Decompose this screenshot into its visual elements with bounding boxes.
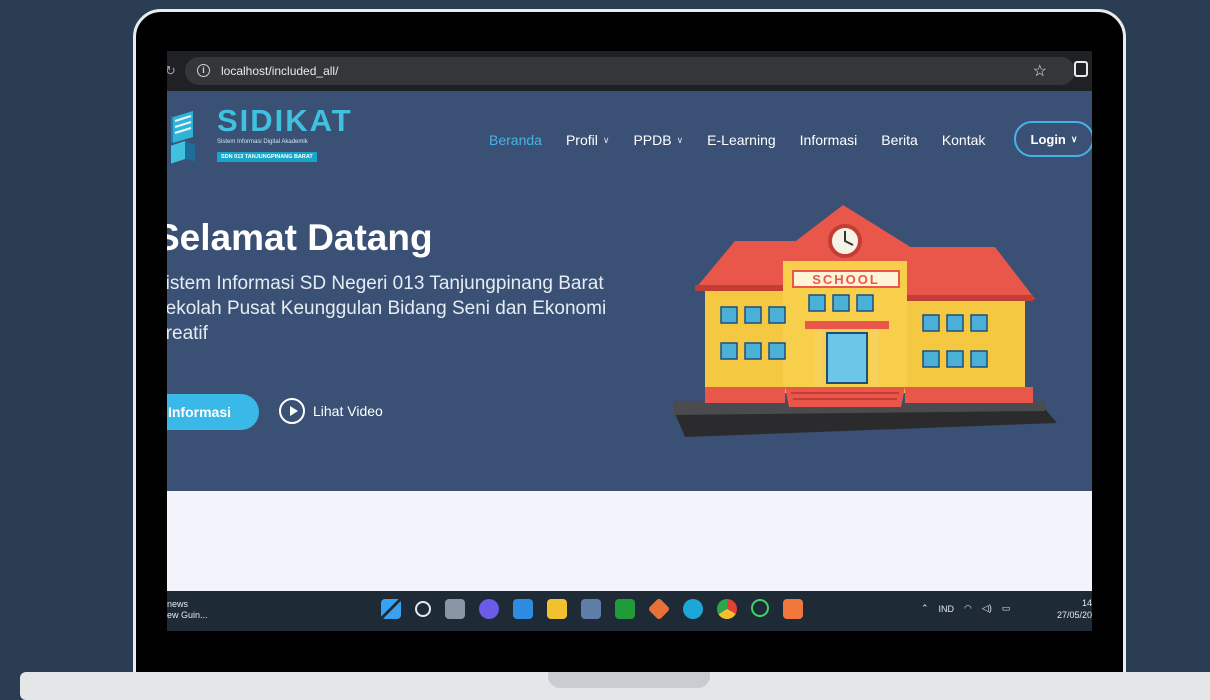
school-building-illustration: SCHOOL — [673, 205, 1057, 437]
language-indicator[interactable]: IND — [939, 604, 955, 614]
git-icon[interactable] — [647, 597, 671, 621]
wifi-icon[interactable]: ◠ — [964, 603, 972, 614]
laptop-notch — [548, 672, 710, 688]
whatsapp-icon[interactable] — [751, 599, 769, 617]
news-widget[interactable]: news ew Guin... — [167, 599, 208, 621]
book-logo-icon[interactable] — [171, 107, 197, 165]
clock-time: 14 — [1081, 598, 1092, 608]
chevron-down-icon: ∨ — [1070, 133, 1078, 144]
brand-block[interactable]: SIDIKAT Sistem Informasi Digital Akademi… — [217, 105, 353, 163]
bookmark-star-icon[interactable]: ☆ — [1033, 61, 1047, 81]
news-line: ew Guin... — [167, 610, 208, 620]
nav-label: PPDB — [633, 132, 672, 148]
chevron-down-icon: ∨ — [676, 134, 684, 145]
teams-icon[interactable] — [479, 599, 499, 619]
hero-title: Selamat Datang — [167, 217, 433, 258]
file-explorer-icon[interactable] — [547, 599, 567, 619]
nav-item-ppdb[interactable]: PPDB ∨ — [633, 132, 683, 148]
battery-icon[interactable]: ▭ — [1002, 603, 1011, 614]
play-icon — [279, 398, 305, 424]
reload-icon[interactable]: ↻ — [167, 63, 176, 79]
laptop-screen: ↻ i localhost/included_all/ ☆ SIDIKAT Si… — [167, 51, 1092, 631]
chevron-down-icon: ∨ — [602, 134, 610, 145]
nav-label: E-Learning — [707, 132, 776, 148]
nav-item-elearning[interactable]: E-Learning — [707, 132, 776, 148]
photos-icon[interactable] — [581, 599, 601, 619]
chevron-up-icon[interactable]: ⌃ — [921, 603, 929, 614]
windows-start-icon[interactable] — [381, 599, 401, 619]
nav-label: Profil — [565, 132, 598, 148]
nav-item-beranda[interactable]: Beranda — [489, 132, 542, 148]
brand-name: SIDIKAT — [217, 103, 353, 138]
address-bar[interactable]: i localhost/included_all/ ☆ — [185, 57, 1075, 85]
nav-item-kontak[interactable]: Kontak — [942, 132, 986, 148]
system-tray: ⌃ IND ◠ ◁) ▭ — [921, 603, 1010, 614]
nav-item-berita[interactable]: Berita — [881, 132, 918, 148]
clock-date: 27/05/20 — [1056, 610, 1092, 620]
nav-item-informasi[interactable]: Informasi — [800, 132, 858, 148]
school-sign-text: SCHOOL — [812, 272, 880, 287]
login-button[interactable]: Login ∨ — [1014, 121, 1092, 157]
volume-icon[interactable]: ◁) — [982, 603, 992, 614]
url-text[interactable]: localhost/included_all/ — [221, 64, 338, 78]
browser-toolbar: ↻ i localhost/included_all/ ☆ — [167, 51, 1092, 91]
xampp-icon[interactable] — [783, 599, 803, 619]
nav-item-profil[interactable]: Profil ∨ — [566, 132, 610, 148]
search-icon[interactable] — [415, 601, 431, 617]
windows-taskbar: news ew Guin... ⌃ IND ◠ ◁) ▭ 14 27/05/20 — [167, 591, 1092, 631]
nav-label: Informasi — [799, 132, 858, 148]
content-section — [167, 491, 1092, 591]
clock[interactable]: 14 27/05/20 — [1057, 597, 1092, 621]
task-view-icon[interactable] — [445, 599, 465, 619]
extensions-icon[interactable] — [1074, 61, 1088, 77]
site-header: SIDIKAT Sistem Informasi Digital Akademi… — [167, 91, 1092, 191]
xbox-icon[interactable] — [615, 599, 635, 619]
nav-label: Beranda — [489, 132, 542, 148]
nav-label: Kontak — [941, 132, 986, 148]
site-info-icon[interactable]: i — [197, 64, 210, 77]
login-label: Login — [1030, 131, 1066, 147]
brand-tagline: Sistem Informasi Digital Akademik — [217, 139, 308, 145]
taskbar-apps — [381, 597, 803, 621]
edge-icon[interactable] — [683, 599, 703, 619]
chrome-icon[interactable] — [717, 599, 737, 619]
informasi-button[interactable]: Informasi — [167, 394, 259, 430]
hero-subtitle: Sistem Informasi SD Negeri 013 Tanjungpi… — [167, 273, 607, 344]
brand-school-tag: SDN 013 TANJUNGPINANG BARAT — [217, 152, 317, 162]
nav-label: Berita — [881, 132, 918, 148]
news-line: news — [167, 599, 189, 609]
watch-video-label: Lihat Video — [313, 403, 383, 419]
mail-icon[interactable] — [513, 599, 533, 619]
watch-video-button[interactable]: Lihat Video — [279, 398, 383, 424]
main-nav: Beranda Profil ∨ PPDB ∨ E-Learning Informa… — [489, 132, 1009, 148]
